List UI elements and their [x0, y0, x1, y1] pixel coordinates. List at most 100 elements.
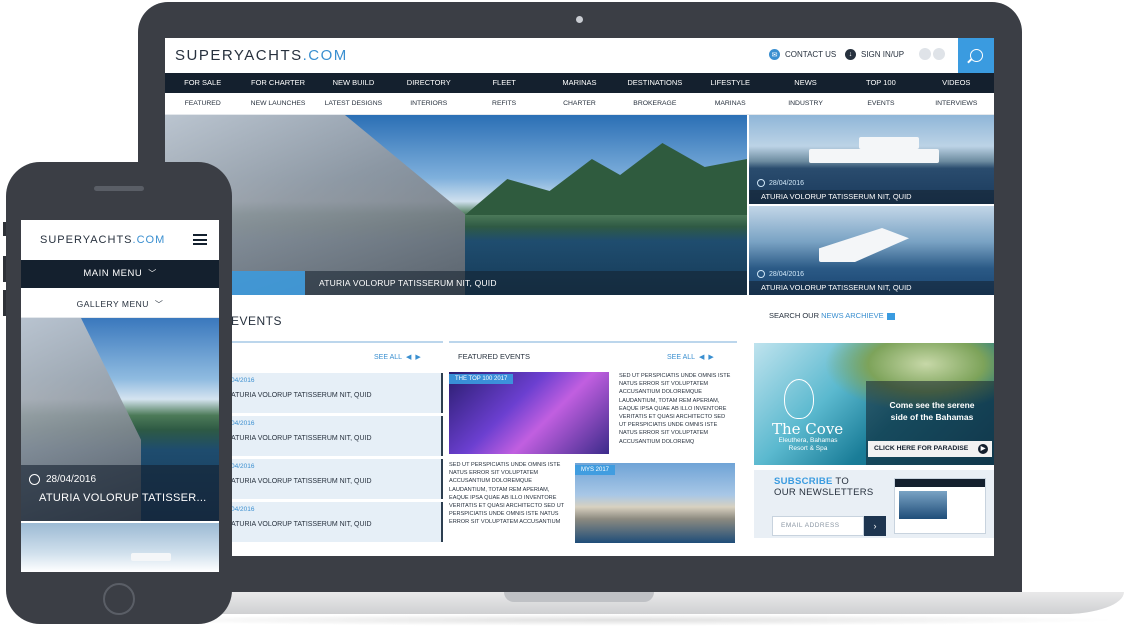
nav-item-videos[interactable]: VIDEOS — [919, 73, 994, 93]
mobile-gallery-menu-label: GALLERY MENU — [76, 299, 149, 309]
chevron-down-icon: ﹀ — [154, 300, 164, 309]
events-see-all-label: SEE ALL — [374, 353, 403, 361]
subnav-item-refits[interactable]: REFITS — [466, 93, 541, 114]
side-story-1[interactable]: 28/04/2016 ATURIA VOLORUP TATISSERUM NIT… — [749, 115, 994, 204]
subnav-item-latest-designs[interactable]: LATEST DESIGNS — [316, 93, 391, 114]
mobile-logo-com: .COM — [132, 234, 166, 246]
subnav-item-industry[interactable]: INDUSTRY — [768, 93, 843, 114]
signin-label: SIGN IN/UP — [861, 50, 905, 59]
newsletter-to: TO — [832, 476, 850, 487]
site-logo[interactable]: SUPERYACHTS.COM — [175, 47, 348, 64]
mobile-next-story[interactable] — [21, 523, 219, 572]
signin-link[interactable]: ↓ SIGN IN/UP — [845, 49, 904, 60]
mobile-hero[interactable]: 28/04/2016 ATURIA VOLORUP TATISSER... — [21, 318, 219, 521]
ad-message: Come see the serene side of the Bahamas — [889, 400, 975, 422]
preview-picture — [899, 491, 947, 519]
event-row[interactable]: 04/2016 ATURIA VOLORUP TATISSERUM NIT, Q… — [231, 502, 443, 542]
featured-events-heading: FEATURED EVENTS — [458, 352, 530, 361]
featured-tag-mys: MYS 2017 — [575, 465, 616, 475]
events-heading: EVENTS — [231, 314, 283, 328]
subnav-item-events[interactable]: EVENTS — [843, 93, 918, 114]
phone-speaker — [94, 186, 144, 191]
event-title: ATURIA VOLORUP TATISSERUM NIT, QUID — [231, 521, 372, 528]
arrow-right-icon[interactable]: ▶ — [415, 353, 420, 361]
arrow-left-icon[interactable]: ◀ — [699, 353, 704, 361]
phone-home-button — [103, 583, 135, 615]
archive-icon — [886, 312, 895, 320]
chevron-down-icon: ﹀ — [148, 269, 157, 278]
subnav-item-interviews[interactable]: INTERVIEWS — [919, 93, 994, 114]
nav-item-top-100[interactable]: TOP 100 — [843, 73, 918, 93]
twitter-icon[interactable] — [933, 48, 945, 60]
nav-item-destinations[interactable]: DESTINATIONS — [617, 73, 692, 93]
mobile-main-menu[interactable]: MAIN MENU ﹀ — [21, 260, 219, 288]
newsletter-submit-button[interactable]: › — [864, 516, 886, 536]
mobile-hero-title: ATURIA VOLORUP TATISSER... — [39, 492, 207, 504]
nav-item-lifestyle[interactable]: LIFESTYLE — [693, 73, 768, 93]
arrow-left-icon[interactable]: ◀ — [406, 353, 411, 361]
featured-divider — [449, 341, 737, 343]
side-story-2-date: 28/04/2016 — [757, 270, 804, 278]
device-mockup: SUPERYACHTS.COM ✉ CONTACT US ↓ SIGN IN/U… — [0, 0, 1124, 630]
search-button[interactable] — [958, 38, 994, 73]
subnav-item-featured[interactable]: FEATURED — [165, 93, 240, 114]
preview-header — [895, 479, 985, 487]
mobile-logo[interactable]: SUPERYACHTS.COM — [40, 234, 165, 246]
newsletter-subheading: OUR NEWSLETTERS — [774, 487, 874, 498]
subnav-item-interiors[interactable]: INTERIORS — [391, 93, 466, 114]
featured-text-1: SED UT PERSPICIATIS UNDE OMNIS ISTE NATU… — [619, 373, 731, 444]
mobile-gallery-menu[interactable]: GALLERY MENU ﹀ — [21, 290, 219, 318]
featured-tag-top100: THE TOP 100 2017 — [449, 374, 514, 384]
side-story-1-caption: ATURIA VOLORUP TATISSERUM NIT, QUID — [749, 190, 994, 204]
nav-item-marinas[interactable]: MARINAS — [542, 73, 617, 93]
cove-advert[interactable]: The Cove Eleuthera, Bahamas Resort & Spa… — [754, 343, 994, 465]
hero-mountains — [465, 143, 747, 215]
event-title: ATURIA VOLORUP TATISSERUM NIT, QUID — [231, 435, 372, 442]
ad-brand: The Cove — [772, 420, 844, 438]
subnav-item-marinas[interactable]: MARINAS — [693, 93, 768, 114]
nav-item-news[interactable]: NEWS — [768, 73, 843, 93]
arrow-right-icon[interactable]: ▶ — [708, 353, 713, 361]
laptop-shadow — [112, 614, 1124, 626]
ad-cta-label: CLICK HERE FOR PARADISE — [874, 445, 969, 452]
events-see-all[interactable]: SEE ALL ◀ ▶ — [374, 353, 421, 362]
side-story-1-date-text: 28/04/2016 — [769, 179, 805, 187]
ad-cta-button[interactable]: CLICK HERE FOR PARADISE ▶ — [868, 441, 992, 457]
contact-link[interactable]: ✉ CONTACT US — [769, 49, 836, 60]
featured-image-mys[interactable]: MYS 2017 — [575, 463, 735, 543]
event-row[interactable]: 04/2016 ATURIA VOLORUP TATISSERUM NIT, Q… — [231, 373, 443, 413]
newsletter-signup: SUBSCRIBE TO OUR NEWSLETTERS EMAIL ADDRE… — [754, 470, 994, 538]
phone-mute-switch — [3, 222, 6, 236]
news-archive-search[interactable]: SEARCH OUR NEWS ARCHIEVE — [769, 311, 895, 320]
search-icon — [969, 49, 983, 62]
event-row[interactable]: 04/2016 ATURIA VOLORUP TATISSERUM NIT, Q… — [231, 459, 443, 499]
nav-item-new-build[interactable]: NEW BUILD — [316, 73, 391, 93]
event-date: 04/2016 — [231, 463, 255, 470]
nav-item-directory[interactable]: DIRECTORY — [391, 73, 466, 93]
laptop-notch — [504, 592, 654, 602]
news-archive-link[interactable]: NEWS ARCHIEVE — [821, 311, 884, 320]
yacht-image — [809, 149, 939, 163]
subnav-item-charter[interactable]: CHARTER — [542, 93, 617, 114]
events-list: SEE ALL ◀ ▶ 04/2016 ATURIA VOLORUP TATIS… — [231, 341, 443, 556]
social-icons — [919, 48, 945, 60]
event-row[interactable]: 04/2016 ATURIA VOLORUP TATISSERUM NIT, Q… — [231, 416, 443, 456]
side-story-2[interactable]: 28/04/2016 ATURIA VOLORUP TATISSERUM NIT… — [749, 206, 994, 295]
email-field[interactable]: EMAIL ADDRESS — [772, 516, 864, 536]
laptop-camera — [576, 16, 583, 23]
menu-icon[interactable] — [193, 234, 207, 245]
nav-item-fleet[interactable]: FLEET — [466, 73, 541, 93]
nav-item-for-charter[interactable]: FOR CHARTER — [240, 73, 315, 93]
hero-slide[interactable]: ATURIA VOLORUP TATISSERUM NIT, QUID — [165, 115, 747, 295]
featured-image-top100[interactable]: THE TOP 100 2017 — [449, 372, 609, 454]
yacht-image — [131, 553, 171, 561]
event-date: 04/2016 — [231, 420, 255, 427]
facebook-icon[interactable] — [919, 48, 931, 60]
subnav-item-new-launches[interactable]: NEW LAUNCHES — [240, 93, 315, 114]
nav-item-for-sale[interactable]: FOR SALE — [165, 73, 240, 93]
clock-icon — [757, 179, 765, 187]
event-title: ATURIA VOLORUP TATISSERUM NIT, QUID — [231, 392, 372, 399]
subnav-item-brokerage[interactable]: BROKERAGE — [617, 93, 692, 114]
laptop-screen: SUPERYACHTS.COM ✉ CONTACT US ↓ SIGN IN/U… — [165, 38, 994, 556]
featured-see-all[interactable]: SEE ALL ◀ ▶ — [667, 353, 714, 362]
